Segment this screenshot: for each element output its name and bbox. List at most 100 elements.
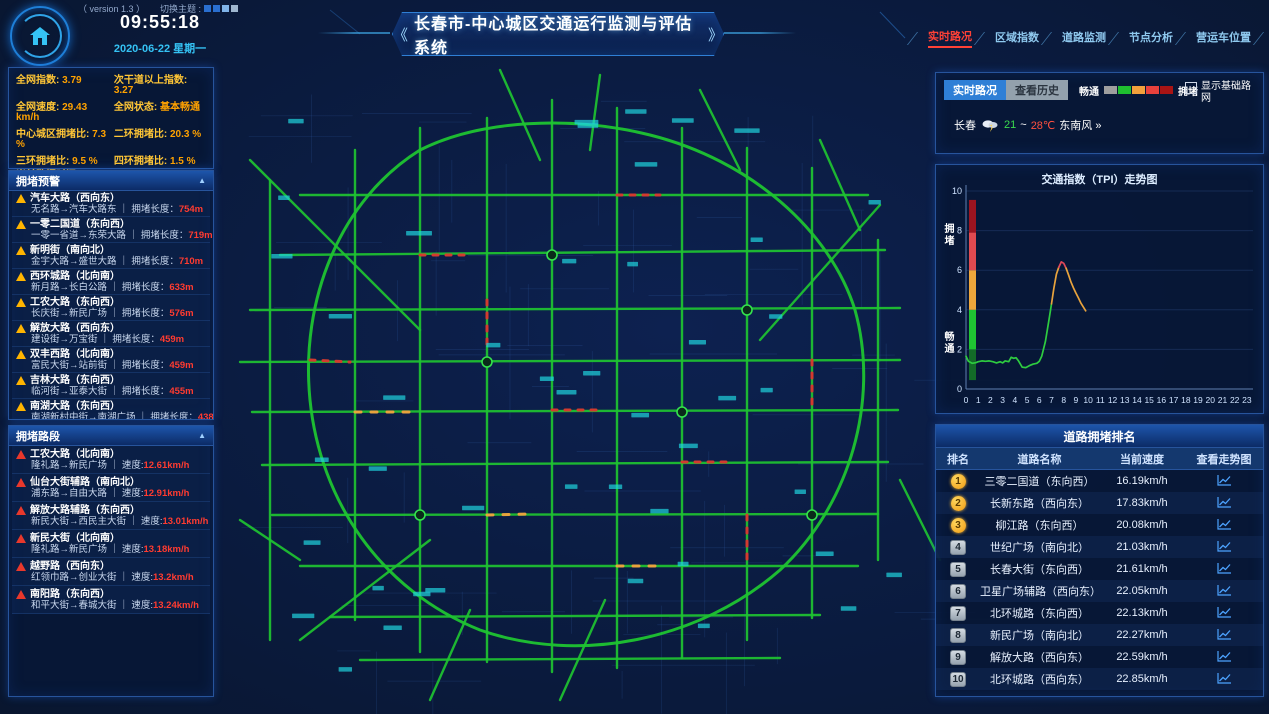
stat-item: 二环拥堵比: 20.3 % [114, 130, 206, 150]
x-tick: 3 [1000, 395, 1005, 405]
warning-item[interactable]: 西环城路（北向南） 新月路→长白公路 ｜ 拥堵长度：633m [12, 269, 210, 295]
map-label [769, 314, 782, 319]
congestion-item[interactable]: 新民大街（北向南） 隆礼路→新民广场 ｜ 速度:13.18km/h [12, 530, 210, 558]
warning-item[interactable]: 南湖大路（东向西） 南湖新村中街→南湖广场 ｜ 拥堵长度：438m [12, 399, 210, 420]
nav-separator [1108, 32, 1127, 45]
stat-value: 基本畅通 [160, 102, 200, 113]
x-tick: 11 [1096, 395, 1105, 405]
trend-chart-icon[interactable] [1217, 672, 1232, 687]
road-name: 三零二国道（东向西） [980, 473, 1099, 489]
map-label [583, 371, 600, 376]
congestion-road: 越野路（西向东） [30, 561, 110, 572]
trend-chart-icon[interactable] [1217, 606, 1232, 621]
chart-title: 交通指数（TPI）走势图 [936, 171, 1263, 187]
table-row[interactable]: 3 柳江路（东向西） 20.08km/h [936, 514, 1263, 536]
theme-swatch[interactable] [231, 5, 238, 12]
congestion-item[interactable]: 解放大路辅路（东向西） 新民大街→西民主大街 ｜ 速度:13.01km/h [12, 502, 210, 530]
warning-item[interactable]: 新明街（南向北） 金宇大路→盛世大路 ｜ 拥堵长度：710m [12, 243, 210, 269]
warning-item[interactable]: 汽车大路（西向东） 无名路→汽车大路东 ｜ 拥堵长度：754m [12, 191, 210, 217]
congestion-item[interactable]: 工农大路（北向南） 隆礼路→新民广场 ｜ 速度:12.61km/h [12, 446, 210, 474]
header-speed: 当前速度 [1099, 451, 1185, 467]
trend-chart-icon[interactable] [1217, 518, 1232, 533]
congestion-item[interactable]: 仙台大街辅路（南向北） 浦东路→自由大路 ｜ 速度:12.91km/h [12, 474, 210, 502]
table-row[interactable]: 1 三零二国道（东向西） 16.19km/h [936, 470, 1263, 492]
warning-item[interactable]: 吉林大路（东向西） 临河街→亚泰大街 ｜ 拥堵长度：455m [12, 373, 210, 399]
congestion-item[interactable]: 越野路（西向东） 红领巾路→创业大街 ｜ 速度:13.2km/h [12, 558, 210, 586]
nav-separator [1041, 32, 1060, 45]
table-row[interactable]: 7 北环城路（东向西） 22.13km/h [936, 602, 1263, 624]
table-row[interactable]: 8 新民广场（南向北） 22.27km/h [936, 624, 1263, 646]
rank-badge: 6 [950, 584, 966, 599]
map-label [278, 196, 290, 201]
trend-chart-icon[interactable] [1217, 562, 1232, 577]
nav-item[interactable]: 节点分析 [1129, 29, 1173, 47]
theme-swatches[interactable] [204, 5, 238, 12]
congestion-speed-value: 13.01km/h [162, 516, 208, 527]
congestion-road: 南阳路（东向西） [30, 589, 110, 600]
nav-item[interactable]: 道路监测 [1062, 29, 1106, 47]
warning-item[interactable]: 双丰西路（北向南） 富民大街→站前街 ｜ 拥堵长度：459m [12, 347, 210, 373]
road-name: 柳江路（东向西） [980, 517, 1099, 533]
warning-item[interactable]: 解放大路（西向东） 建设街→万宝街 ｜ 拥堵长度：459m [12, 321, 210, 347]
nav-item[interactable]: 实时路况 [928, 28, 972, 48]
collapse-icon[interactable]: ▲ [198, 431, 206, 440]
map-label [869, 200, 881, 205]
y-axis-free-label: 畅通 [943, 331, 955, 355]
home-logo[interactable] [10, 6, 70, 66]
road-name: 长新东路（西向东） [980, 495, 1099, 511]
table-row[interactable]: 5 长春大街（东向西） 21.61km/h [936, 558, 1263, 580]
warning-segment: 金宇大路→盛世大路 [31, 256, 117, 267]
main-road [590, 75, 600, 150]
nav-item[interactable]: 营运车位置 [1196, 29, 1251, 47]
weather-bar[interactable]: 长春 21 ~ 28℃ 东南风 » [954, 117, 1101, 133]
x-tick: 20 [1206, 395, 1216, 405]
table-row[interactable]: 2 长新东路（西向东） 17.83km/h [936, 492, 1263, 514]
trend-chart-icon[interactable] [1217, 496, 1232, 511]
map-label [329, 314, 352, 319]
warning-item[interactable]: 一零二国道（东向西） 一零一省道→东荣大路 ｜ 拥堵长度：719m [12, 217, 210, 243]
trend-chart-icon[interactable] [1217, 584, 1232, 599]
weather-storm-icon [980, 118, 1000, 132]
weather-city: 长春 [954, 117, 976, 133]
stat-item: 三环拥堵比: 9.5 % [16, 157, 112, 167]
weather-wind: 东南风 » [1059, 117, 1101, 133]
current-speed: 22.59km/h [1099, 651, 1185, 663]
main-road [700, 90, 740, 170]
warning-segment: 富民大街→站前街 [31, 360, 107, 371]
congestion-segment: 和平大街→春城大街 [31, 600, 117, 611]
congestion-speed-value: 12.91km/h [143, 488, 189, 499]
map-label [304, 540, 321, 545]
x-tick: 15 [1144, 395, 1154, 405]
main-road [900, 480, 940, 560]
warning-length-value: 754m [179, 204, 203, 215]
trend-chart-icon[interactable] [1217, 474, 1232, 489]
congestion-item[interactable]: 南阳路（东向西） 和平大街→春城大街 ｜ 速度:13.24km/h [12, 586, 210, 614]
road-tab[interactable]: 查看历史 [1006, 80, 1068, 100]
nav-item[interactable]: 区域指数 [995, 29, 1039, 47]
x-tick: 9 [1074, 395, 1079, 405]
table-row[interactable]: 4 世纪广场（南向北） 21.03km/h [936, 536, 1263, 558]
trend-chart-icon[interactable] [1217, 650, 1232, 665]
checkbox-box-icon[interactable] [1185, 82, 1197, 94]
tpi-colorbar-segment [969, 270, 976, 310]
table-row[interactable]: 6 卫星广场辅路（西向东） 22.05km/h [936, 580, 1263, 602]
theme-swatch[interactable] [222, 5, 229, 12]
collapse-icon[interactable]: ▲ [198, 176, 206, 185]
theme-swatch[interactable] [213, 5, 220, 12]
stat-item: 全网指数: 3.79 [16, 76, 112, 96]
map-label [689, 340, 706, 345]
trend-chart-icon[interactable] [1217, 540, 1232, 555]
table-row[interactable]: 9 解放大路（西向东） 22.59km/h [936, 646, 1263, 668]
map-label [288, 119, 303, 124]
show-base-network-checkbox[interactable]: 显示基础路网 [1185, 81, 1257, 105]
road-tab[interactable]: 实时路况 [944, 80, 1006, 100]
theme-swatch[interactable] [204, 5, 211, 12]
trend-chart-icon[interactable] [1217, 628, 1232, 643]
rank-badge: 2 [951, 496, 966, 511]
separator: ｜ [129, 230, 139, 241]
warning-segment: 长庆街→新民广场 [31, 308, 107, 319]
map-label [678, 562, 689, 567]
warning-length-value: 710m [179, 256, 203, 267]
warning-item[interactable]: 工农大路（东向西） 长庆街→新民广场 ｜ 拥堵长度：576m [12, 295, 210, 321]
table-row[interactable]: 10 北环城路（西向东） 22.85km/h [936, 668, 1263, 690]
